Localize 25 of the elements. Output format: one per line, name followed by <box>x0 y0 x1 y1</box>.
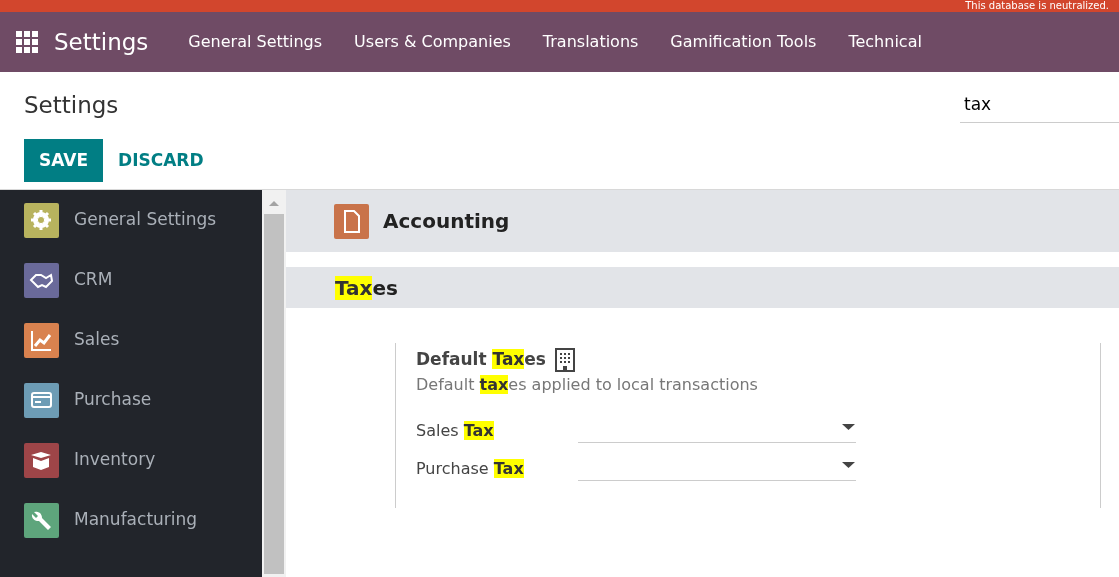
document-icon <box>334 203 369 239</box>
scrollbar[interactable] <box>262 190 286 577</box>
sidebar-item[interactable]: Manufacturing <box>0 490 262 550</box>
save-button[interactable]: SAVE <box>24 138 104 182</box>
nav-menu-item[interactable]: Gamification Tools <box>670 30 817 54</box>
sidebar-item[interactable]: CRM <box>0 250 262 310</box>
app-title[interactable]: Settings <box>54 24 149 60</box>
building-icon <box>554 348 576 372</box>
sidebar-item[interactable]: Sales <box>0 310 262 370</box>
page-title: Settings <box>24 91 119 120</box>
setting-title: Default Taxes <box>416 348 546 371</box>
nav-menu-item[interactable]: Users & Companies <box>354 30 511 54</box>
sidebar-item[interactable]: Inventory <box>0 430 262 490</box>
discard-button[interactable]: DISCARD <box>103 138 219 182</box>
nav-menu-item[interactable]: Translations <box>542 30 639 54</box>
app-menu-icon[interactable] <box>16 31 38 53</box>
group-title: Taxes <box>335 274 398 302</box>
sidebar-item[interactable]: General Settings <box>0 190 262 250</box>
nav-menu-item[interactable]: Technical <box>848 30 922 54</box>
caret-icon <box>842 423 856 431</box>
nav-menu-item[interactable]: General Settings <box>188 30 323 54</box>
sidebar-item[interactable]: Purchase <box>0 370 262 430</box>
section-title: Accounting <box>383 208 510 235</box>
caret-icon <box>842 461 856 469</box>
banner-text: This database is neutralized. <box>0 0 1119 12</box>
